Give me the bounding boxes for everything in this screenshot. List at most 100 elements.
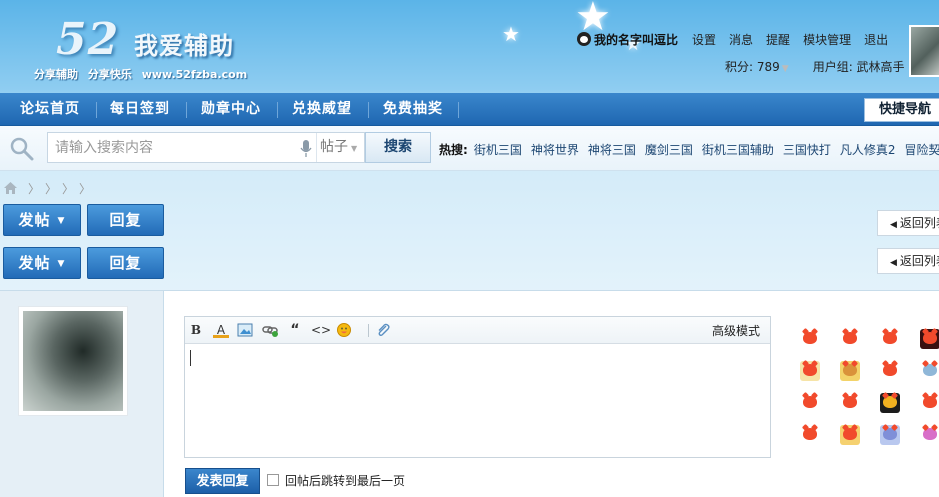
breadcrumb-separator: 〉 xyxy=(45,182,52,196)
new-post-label: 发帖 xyxy=(18,254,51,272)
smiley-icon[interactable] xyxy=(920,329,939,349)
nav-item-medals[interactable]: 勋章中心 xyxy=(201,93,261,126)
search-button[interactable]: 搜索 xyxy=(365,132,431,163)
site-header: ★ ★ ★ 52 我爱辅助 分享辅助 分享快乐 www.52fzba.com 我… xyxy=(0,0,939,93)
nav-divider xyxy=(458,102,459,118)
submit-reply-button[interactable]: 发表回复 xyxy=(185,468,260,494)
jump-to-last-page-label[interactable]: 回帖后跳转到最后一页 xyxy=(285,472,405,489)
reply-button[interactable]: 回复 xyxy=(87,204,164,236)
chevron-down-icon[interactable]: ▼ xyxy=(782,64,789,74)
smiley-icon[interactable] xyxy=(800,361,820,381)
main-nav: 论坛首页 每日签到 勋章中心 兑换威望 免费抽奖 xyxy=(0,93,939,126)
qq-icon xyxy=(577,32,591,46)
code-icon[interactable]: <> xyxy=(311,323,331,337)
back-to-list-button[interactable]: ◀返回列表 xyxy=(877,248,939,274)
smiley-icon[interactable] xyxy=(880,393,900,413)
logo-tag: 分享辅助 xyxy=(34,68,78,81)
new-post-button[interactable]: 发帖 ▼ xyxy=(3,247,81,279)
search-icon xyxy=(10,137,34,161)
logo-title[interactable]: 我爱辅助 xyxy=(134,26,234,61)
hot-search-link[interactable]: 冒险契约 xyxy=(905,143,939,157)
font-color-icon[interactable]: A xyxy=(213,323,229,338)
avatar[interactable] xyxy=(909,25,939,77)
new-post-label: 发帖 xyxy=(18,211,51,229)
breadcrumb-separator: 〉 xyxy=(62,182,69,196)
nav-item-home[interactable]: 论坛首页 xyxy=(20,93,80,126)
hot-search-label: 热搜: xyxy=(439,143,468,157)
settings-link[interactable]: 设置 xyxy=(692,33,716,47)
smiley-icon[interactable] xyxy=(800,329,820,349)
smiley-icon[interactable] xyxy=(840,393,860,413)
smiley-icon[interactable] xyxy=(920,393,939,413)
smiley-icon[interactable] xyxy=(840,361,860,381)
avatar-image xyxy=(23,311,123,411)
reply-button[interactable]: 回复 xyxy=(87,247,164,279)
hot-search-link[interactable]: 街机三国 xyxy=(474,143,522,157)
module-manage-link[interactable]: 模块管理 xyxy=(803,33,851,47)
text-caret[interactable] xyxy=(190,350,191,366)
hot-search-link[interactable]: 神将世界 xyxy=(531,143,579,157)
reply-editor: B A “ <> 高级模式 xyxy=(184,316,771,458)
hot-searches: 热搜: 街机三国神将世界神将三国魔剑三国街机三国辅助三国快打凡人修真2 冒险契约 xyxy=(439,141,939,158)
avatar[interactable] xyxy=(18,306,128,416)
hot-search-link[interactable]: 街机三国辅助 xyxy=(702,143,774,157)
microphone-icon[interactable] xyxy=(300,140,312,157)
quote-icon[interactable]: “ xyxy=(287,323,303,337)
quick-nav-button[interactable]: 快捷导航 xyxy=(864,98,939,122)
hot-search-link[interactable]: 三国快打 xyxy=(783,143,831,157)
breadcrumb-separator: 〉 xyxy=(79,182,92,196)
smiley-icon[interactable] xyxy=(336,323,352,337)
hot-search-link[interactable]: 魔剑三国 xyxy=(645,143,693,157)
user-group-link[interactable]: 用户组: 武林高手 xyxy=(813,60,905,74)
logo-tagline: 分享辅助 分享快乐 www.52fzba.com xyxy=(34,66,253,82)
user-bar: 我的名字叫逗比 设置 消息 提醒 模块管理 退出 xyxy=(577,31,901,48)
smiley-icon[interactable] xyxy=(800,425,820,445)
chevron-down-icon: ▼ xyxy=(57,259,66,269)
logo-tag: 分享快乐 xyxy=(87,68,132,81)
smiley-icon[interactable] xyxy=(880,425,900,445)
home-icon[interactable] xyxy=(4,182,17,194)
nav-divider xyxy=(368,102,369,118)
breadcrumb-separator: 〉 xyxy=(28,182,35,196)
smiley-icon[interactable] xyxy=(880,329,900,349)
search-bar: 帖子▼ 搜索 热搜: 街机三国神将世界神将三国魔剑三国街机三国辅助三国快打凡人修真… xyxy=(0,126,939,171)
bold-icon[interactable]: B xyxy=(188,323,204,337)
nav-divider xyxy=(277,102,278,118)
reply-area: B A “ <> 高级模式 发表回复 回帖后跳转到最后一页 xyxy=(0,290,939,497)
image-icon[interactable] xyxy=(237,323,253,337)
smiley-icon[interactable] xyxy=(800,393,820,413)
toolbar-divider xyxy=(368,324,369,337)
attachment-icon[interactable] xyxy=(375,323,391,337)
breadcrumb: 〉〉〉〉 xyxy=(4,180,91,197)
advanced-mode-link[interactable]: 高级模式 xyxy=(712,322,760,339)
search-type-select[interactable]: 帖子 ▼ xyxy=(320,133,357,162)
hot-search-link[interactable]: 凡人修真2 xyxy=(840,143,896,157)
caret-left-icon: ◀ xyxy=(890,220,897,230)
username-link[interactable]: 我的名字叫逗比 xyxy=(594,33,678,47)
hot-search-link[interactable]: 神将三国 xyxy=(588,143,636,157)
search-input[interactable] xyxy=(48,133,298,162)
chevron-down-icon: ▼ xyxy=(57,216,66,226)
notifications-link[interactable]: 提醒 xyxy=(766,33,790,47)
back-to-list-button[interactable]: ◀返回列表 xyxy=(877,210,939,236)
nav-item-exchange[interactable]: 兑换威望 xyxy=(292,93,352,126)
editor-toolbar: B A “ <> 高级模式 xyxy=(185,317,770,344)
nav-item-lottery[interactable]: 免费抽奖 xyxy=(383,93,443,126)
messages-link[interactable]: 消息 xyxy=(729,33,753,47)
logout-link[interactable]: 退出 xyxy=(864,33,888,47)
smiley-icon[interactable] xyxy=(920,425,939,445)
new-post-button[interactable]: 发帖 ▼ xyxy=(3,204,81,236)
smiley-icon[interactable] xyxy=(920,361,939,381)
nav-item-checkin[interactable]: 每日签到 xyxy=(110,93,170,126)
logo-number[interactable]: 52 xyxy=(56,14,119,65)
back-to-list-label: 返回列表 xyxy=(899,254,939,268)
jump-to-last-page-checkbox[interactable] xyxy=(267,474,279,486)
logo-url: www.52fzba.com xyxy=(141,68,248,81)
smiley-icon[interactable] xyxy=(840,329,860,349)
points-link[interactable]: 积分: 789 xyxy=(725,60,780,74)
user-sidebar xyxy=(0,291,164,497)
smiley-icon[interactable] xyxy=(880,361,900,381)
search-box: 帖子▼ xyxy=(47,132,365,163)
smiley-icon[interactable] xyxy=(840,425,860,445)
link-icon[interactable] xyxy=(262,323,278,337)
